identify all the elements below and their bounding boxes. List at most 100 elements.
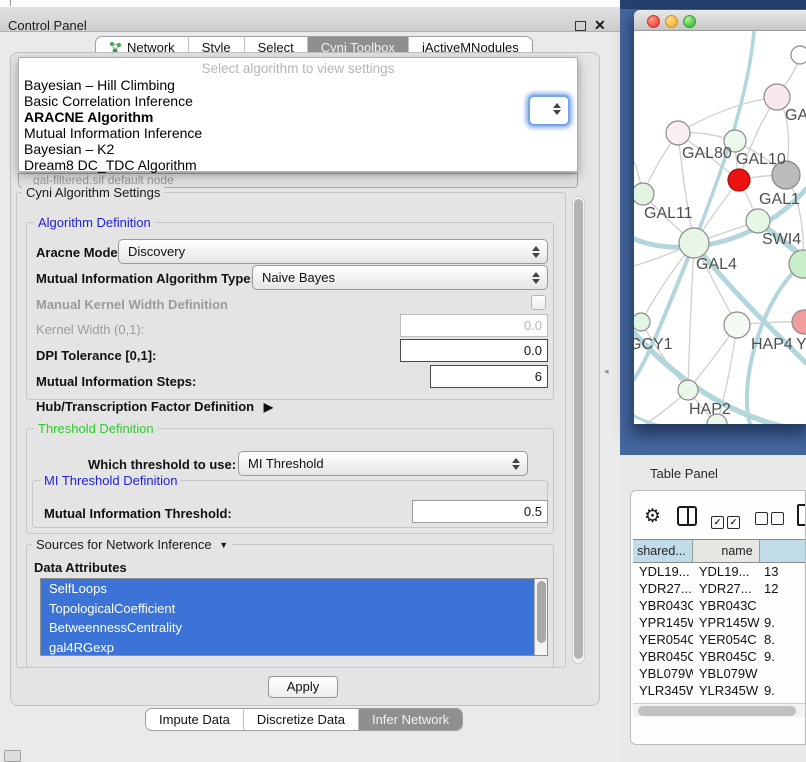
network-node[interactable] [728, 169, 750, 191]
scrollbar-thumb[interactable] [574, 199, 583, 659]
aracne-mode-select[interactable]: Discovery [118, 239, 548, 264]
tab-impute-data[interactable]: Impute Data [146, 709, 243, 730]
node-label-gal11: GAL11 [644, 205, 693, 222]
expand-arrow-icon[interactable]: ▶ [264, 400, 273, 414]
table-cell: 9. [760, 699, 806, 702]
column-header-name[interactable]: name [693, 540, 760, 562]
focused-combo-fragment[interactable] [528, 95, 570, 126]
table-cell: YBR043C [693, 597, 760, 614]
close-icon[interactable]: ✕ [594, 17, 606, 34]
network-edge[interactable] [688, 243, 694, 390]
data-attributes-list[interactable]: SelfLoopsTopologicalCoefficientBetweenne… [40, 578, 548, 656]
algorithm-option-dream8-dc-tdc-algorithm[interactable]: Dream8 DC_TDC Algorithm [19, 157, 577, 173]
float-window-icon[interactable] [575, 21, 586, 31]
tab-discretize-data[interactable]: Discretize Data [243, 709, 358, 730]
splitter-grip-icon[interactable]: ◂ [604, 366, 609, 377]
table-row[interactable]: YDR27...YDR27...12 [633, 580, 806, 597]
algorithm-option-basic-correlation-inference[interactable]: Basic Correlation Inference [19, 93, 577, 109]
hub-section-label: Hub/Transcription Factor Definition [36, 399, 254, 414]
network-edge[interactable] [678, 97, 777, 133]
algorithm-option-bayesian-hill-climbing[interactable]: Bayesian – Hill Climbing [19, 77, 577, 93]
table-row[interactable]: YDL19...YDL19...13 [633, 563, 806, 580]
kernel-width-field[interactable]: 0.0 [400, 314, 548, 337]
table-cell: 13 [760, 563, 806, 580]
table-row[interactable]: YBR043CYBR043C [633, 597, 806, 614]
mi-steps-field[interactable]: 6 [430, 365, 548, 388]
node-label-hap4: HAP4 [751, 336, 793, 353]
node-label-gal10: GAL10 [736, 151, 786, 168]
mi-steps-label: Mutual Information Steps: [36, 374, 196, 389]
network-node[interactable] [746, 209, 770, 233]
sources-group-title[interactable]: Sources for Network Inference ▼ [32, 537, 232, 552]
table-cell [760, 665, 806, 682]
table-cell: YBL079W [633, 665, 693, 682]
collapsed-panel-icon[interactable] [4, 750, 21, 762]
checked-pair-icon[interactable]: ✓✓ [711, 512, 743, 530]
table-cell: YDL19... [693, 563, 760, 580]
settings-scrollbar[interactable] [572, 196, 585, 664]
network-node[interactable] [678, 380, 698, 400]
top-tick [10, 0, 11, 6]
collapse-arrow-icon[interactable]: ▼ [219, 540, 228, 550]
scrollbar-thumb[interactable] [638, 706, 796, 716]
network-node[interactable] [634, 313, 650, 331]
network-node[interactable] [634, 183, 654, 205]
table-row[interactable]: YBL079WYBL079W [633, 665, 806, 682]
list-scrollbar[interactable] [534, 579, 547, 655]
network-canvas[interactable]: GALGAL80GAL10GAL1GAL11SWI4GAL4GCY1HAP4YH… [634, 31, 806, 424]
columns-icon[interactable] [677, 506, 697, 526]
mi-type-value: Naive Bayes [262, 270, 335, 285]
column-header-shared[interactable]: shared... [633, 540, 693, 562]
table-cell: YBR043C [633, 597, 693, 614]
attribute-item-topologicalcoefficient[interactable]: TopologicalCoefficient [41, 599, 534, 619]
minimize-yellow-icon[interactable] [665, 15, 678, 28]
table-horizontal-scrollbar[interactable] [633, 703, 806, 717]
which-threshold-select[interactable]: MI Threshold [238, 451, 528, 476]
close-red-icon[interactable] [647, 15, 660, 28]
algorithm-dropdown-popup: Select algorithm to view settings Bayesi… [18, 57, 578, 172]
table-row[interactable]: YPR145WYPR145W9. [633, 614, 806, 631]
mi-threshold-field[interactable]: 0.5 [412, 500, 548, 523]
algorithm-option-mutual-information-inference[interactable]: Mutual Information Inference [19, 125, 577, 141]
tab-infer-network[interactable]: Infer Network [358, 709, 462, 730]
bottom-tabs: Impute DataDiscretize DataInfer Network [145, 708, 463, 731]
mi-type-select[interactable]: Naive Bayes [252, 265, 548, 290]
aracne-mode-label: Aracne Mode: [36, 245, 122, 260]
hub-section-toggle[interactable]: Hub/Transcription Factor Definition ▶ [36, 399, 273, 414]
table-row[interactable]: YLR345WYLR345W9. [633, 682, 806, 699]
table-cell: YIL052C [633, 699, 693, 702]
network-node[interactable] [666, 121, 690, 145]
algorithm-option-aracne-algorithm[interactable]: ARACNE Algorithm [19, 109, 577, 125]
network-node[interactable] [792, 310, 806, 334]
network-node[interactable] [724, 312, 750, 338]
network-window-titlebar[interactable] [634, 10, 806, 31]
table-row[interactable]: YBR045CYBR045C9. [633, 648, 806, 665]
table-cell: YDL19... [633, 563, 693, 580]
table-row[interactable]: YER054CYER054C8. [633, 631, 806, 648]
dropdown-items: Bayesian – Hill ClimbingBasic Correlatio… [19, 77, 577, 173]
network-node[interactable] [679, 228, 709, 258]
gear-icon[interactable]: ⚙ [644, 506, 661, 528]
table-cell: YPR145W [633, 614, 693, 631]
table-cell: YDR27... [633, 580, 693, 597]
manual-kernel-checkbox[interactable] [531, 295, 546, 310]
scrollbar-thumb[interactable] [537, 581, 546, 643]
dpi-tolerance-field[interactable]: 0.0 [400, 339, 548, 362]
unchecked-pair-icon[interactable] [755, 512, 787, 530]
table-cell: YLR345W [633, 682, 693, 699]
node-label-gal: GAL [785, 107, 806, 124]
algorithm-option-bayesian-k2[interactable]: Bayesian – K2 [19, 141, 577, 157]
table-row[interactable]: YIL052CYIL052C9. [633, 699, 806, 702]
apply-button[interactable]: Apply [268, 676, 338, 698]
network-node[interactable] [791, 46, 806, 64]
checkbox-checked-icon: ✓ [727, 516, 740, 529]
node-label-y: Y [796, 336, 806, 353]
checkbox-empty-icon [771, 512, 784, 525]
document-icon[interactable] [797, 504, 806, 526]
column-header-2[interactable] [760, 540, 806, 562]
attribute-item-gal4rgexp[interactable]: gal4RGexp [41, 638, 534, 657]
zoom-green-icon[interactable] [683, 15, 696, 28]
stepper-arrows-icon [512, 458, 520, 470]
attribute-item-betweennesscentrality[interactable]: BetweennessCentrality [41, 618, 534, 638]
attribute-item-selfloops[interactable]: SelfLoops [41, 579, 534, 599]
